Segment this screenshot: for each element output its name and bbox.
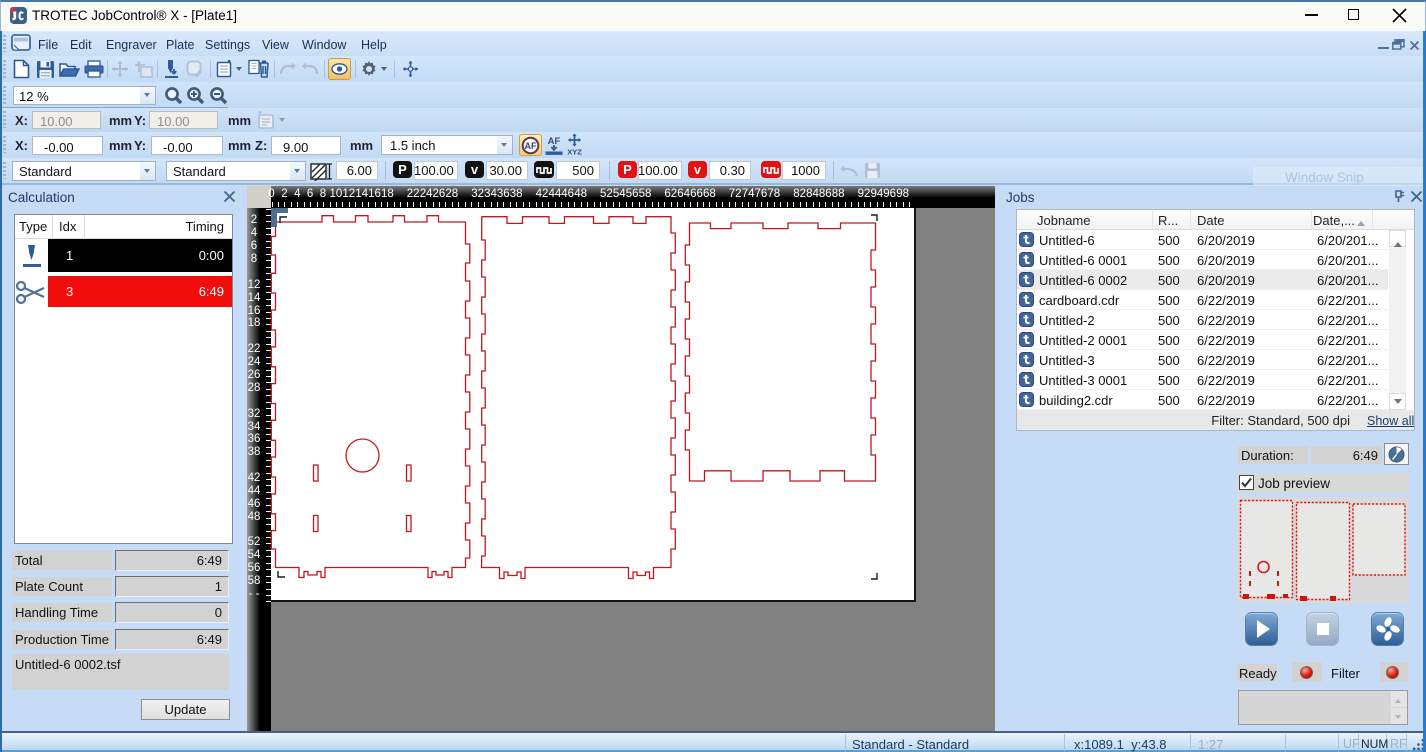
svg-text:AF: AF xyxy=(525,141,537,151)
svg-text:XYZ: XYZ xyxy=(567,148,582,156)
